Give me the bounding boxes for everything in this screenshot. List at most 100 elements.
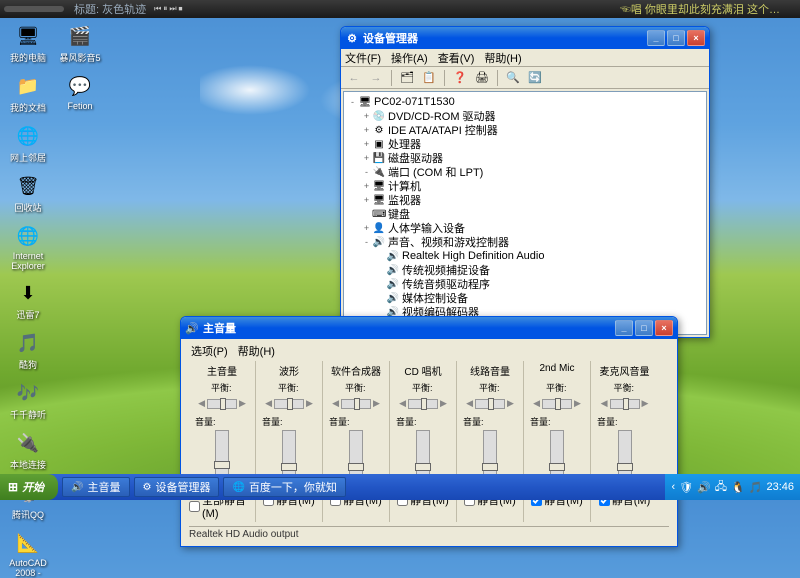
tree-node[interactable]: 🔊传统视频捕捉设备 [347, 263, 703, 277]
expand-icon[interactable]: - [361, 167, 372, 177]
expand-icon[interactable]: - [347, 97, 358, 107]
taskbar-button[interactable]: 🔊主音量 [62, 477, 129, 497]
tree-node[interactable]: 🔊Realtek High Definition Audio [347, 249, 703, 263]
tree-node[interactable]: +▣处理器 [347, 137, 703, 151]
back-icon[interactable]: ← [345, 69, 363, 87]
menu-item[interactable]: 操作(A) [391, 50, 428, 66]
desktop-icon[interactable]: 💬Fetion [56, 72, 104, 111]
expand-icon[interactable]: - [361, 237, 372, 247]
print-icon[interactable]: 🖨 [473, 69, 491, 87]
tree-node[interactable]: 🔊媒体控制设备 [347, 291, 703, 305]
taskbar-button-icon: 🌐 [232, 482, 244, 493]
tray-music-icon[interactable]: 🎵 [749, 481, 763, 494]
refresh-icon[interactable]: 🔄 [526, 69, 544, 87]
tray-clock[interactable]: 23:46 [766, 481, 794, 493]
properties-icon[interactable]: 📋 [420, 69, 438, 87]
tree-node[interactable]: -🔌端口 (COM 和 LPT) [347, 165, 703, 179]
devmgr-titlebar[interactable]: ⚙ 设备管理器 _ □ × [341, 27, 709, 49]
device-icon: 🔌 [372, 167, 386, 178]
tree-node[interactable]: +🖥计算机 [347, 179, 703, 193]
expand-icon[interactable]: + [361, 195, 372, 205]
balance-slider[interactable] [610, 399, 640, 409]
prev-icon[interactable]: ⏮ [154, 4, 161, 14]
channel-name: 线路音量 [470, 363, 510, 377]
tree-node[interactable]: -🔊声音、视频和游戏控制器 [347, 235, 703, 249]
minimize-button[interactable]: _ [647, 30, 665, 46]
desktop-icon[interactable]: 🔌本地连接 [4, 429, 52, 471]
balance-slider[interactable] [274, 399, 304, 409]
tree-node-label: Realtek High Definition Audio [402, 250, 544, 262]
tray-expand-icon[interactable]: ‹ [671, 481, 675, 493]
balance-slider[interactable] [207, 399, 237, 409]
minimize-button[interactable]: _ [615, 320, 633, 336]
tray-qq-icon[interactable]: 🐧 [731, 481, 745, 494]
menu-item[interactable]: 文件(F) [345, 50, 381, 66]
taskbar-button-icon: 🔊 [71, 482, 83, 493]
taskbar-button[interactable]: 🌐百度一下，你就知 [223, 477, 345, 497]
desktop-icon[interactable]: 🖥我的电脑 [4, 22, 52, 64]
media-title: 标题: 灰色轨迹 [74, 1, 146, 17]
tray-volume-icon[interactable]: 🔊 [697, 481, 711, 494]
mixer-menubar: 选项(P) 帮助(H) [189, 343, 669, 359]
tree-root-label[interactable]: PC02-071T1530 [374, 96, 455, 108]
expand-icon[interactable]: + [361, 153, 372, 163]
mixer-titlebar[interactable]: 🔊 主音量 _ □ × [181, 317, 677, 339]
volume-label: 音量: [597, 415, 618, 428]
tree-node[interactable]: +🖥监视器 [347, 193, 703, 207]
menu-item[interactable]: 帮助(H) [238, 343, 275, 359]
desktop-icon[interactable]: 🎬暴风影音5 [56, 22, 104, 64]
balance-slider[interactable] [341, 399, 371, 409]
tree-node[interactable]: +💾磁盘驱动器 [347, 151, 703, 165]
desktop-icon[interactable]: 📁我的文档 [4, 72, 52, 114]
menu-item[interactable]: 查看(V) [438, 50, 475, 66]
desktop-icon[interactable]: 🗑回收站 [4, 172, 52, 214]
expand-icon[interactable]: + [361, 181, 372, 191]
tree-node[interactable]: +👤人体学输入设备 [347, 221, 703, 235]
expand-icon[interactable]: + [361, 139, 372, 149]
media-progress-slider[interactable] [4, 6, 64, 12]
channel-name: 主音量 [207, 363, 237, 377]
desktop-icon[interactable]: 🌐网上邻居 [4, 122, 52, 164]
next-icon[interactable]: ⏭ [169, 4, 176, 14]
separator [497, 70, 498, 86]
expand-icon[interactable]: + [361, 223, 372, 233]
tree-node[interactable]: +⚙IDE ATA/ATAPI 控制器 [347, 123, 703, 137]
media-player-bar: 标题: 灰色轨迹 ⏮ ⏸ ⏭ ⏹ ☜唱 你眼里却此刻充满泪 这个… [0, 0, 800, 18]
balance-slider[interactable] [542, 399, 572, 409]
volume-label: 音量: [396, 415, 417, 428]
pause-icon[interactable]: ⏸ [163, 4, 167, 14]
expand-icon[interactable]: + [361, 111, 372, 121]
tree-node[interactable]: +💿DVD/CD-ROM 驱动器 [347, 109, 703, 123]
mixer-status: Realtek HD Audio output [189, 526, 669, 540]
tree-view-icon[interactable]: 🗂 [398, 69, 416, 87]
taskbar-button-icon: ⚙ [143, 482, 152, 493]
desktop-icon[interactable]: 🎶千千静听 [4, 379, 52, 421]
scan-icon[interactable]: 🔍 [504, 69, 522, 87]
mute-checkbox[interactable] [189, 501, 200, 512]
close-button[interactable]: × [687, 30, 705, 46]
desktop-icon[interactable]: ⬇迅雷7 [4, 279, 52, 321]
maximize-button[interactable]: □ [667, 30, 685, 46]
device-tree[interactable]: -🖥PC02-071T1530+💿DVD/CD-ROM 驱动器+⚙IDE ATA… [343, 91, 707, 335]
tray-shield-icon[interactable]: 🛡 [679, 481, 693, 494]
balance-slider[interactable] [408, 399, 438, 409]
start-button[interactable]: 开始 [0, 474, 58, 500]
menu-item[interactable]: 选项(P) [191, 343, 228, 359]
taskbar-button[interactable]: ⚙设备管理器 [134, 477, 220, 497]
close-button[interactable]: × [655, 320, 673, 336]
tree-node[interactable]: ⌨键盘 [347, 207, 703, 221]
menu-item[interactable]: 帮助(H) [484, 50, 521, 66]
balance-slider[interactable] [475, 399, 505, 409]
desktop-icon[interactable]: 📐AutoCAD 2008 - [4, 529, 52, 578]
tree-node[interactable]: 🔊传统音频驱动程序 [347, 277, 703, 291]
desktop-icon[interactable]: 🌐Internet Explorer [4, 222, 52, 271]
expand-icon[interactable]: + [361, 125, 372, 135]
forward-icon[interactable]: → [367, 69, 385, 87]
tray-network-icon[interactable]: 🖧 [715, 478, 727, 497]
speaker-right-icon: ▶ [507, 398, 514, 409]
taskbar-button-label: 设备管理器 [155, 479, 210, 495]
help-icon[interactable]: ❓ [451, 69, 469, 87]
desktop-icon[interactable]: 🎵酷狗 [4, 329, 52, 371]
stop-icon[interactable]: ⏹ [179, 4, 183, 14]
maximize-button[interactable]: □ [635, 320, 653, 336]
